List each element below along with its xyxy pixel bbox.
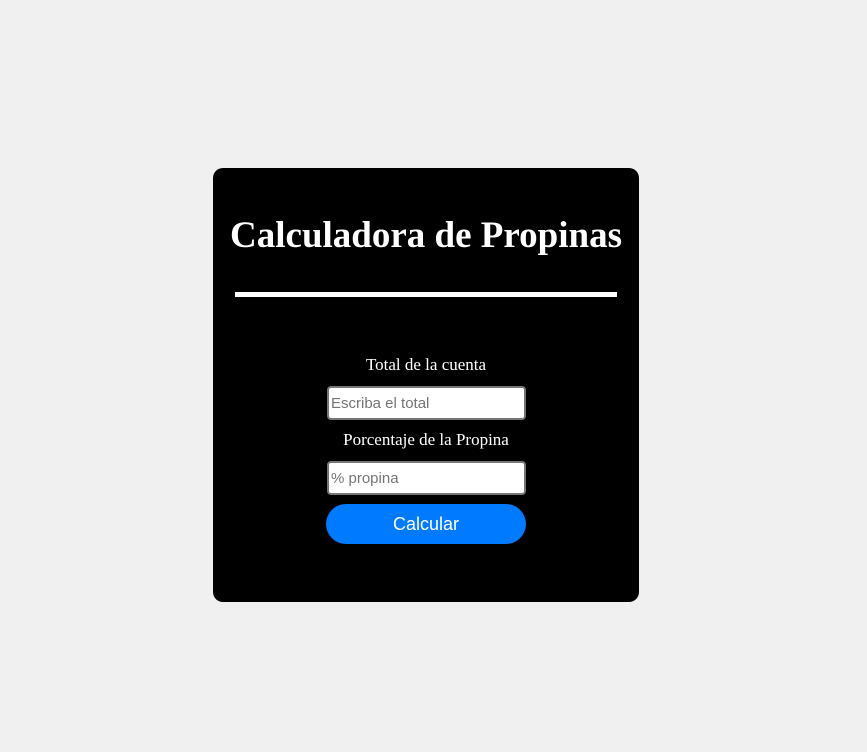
total-label: Total de la cuenta bbox=[365, 355, 487, 374]
tip-calculator-card: Calculadora de Propinas Total de la cuen… bbox=[213, 168, 639, 602]
title-divider bbox=[235, 292, 617, 297]
calculate-button[interactable]: Calcular bbox=[326, 504, 526, 544]
total-input[interactable] bbox=[327, 386, 526, 420]
tip-percentage-input[interactable] bbox=[327, 461, 526, 495]
tip-percentage-label: Porcentaje de la Propina bbox=[343, 430, 509, 449]
page-title: Calculadora de Propinas bbox=[230, 215, 622, 256]
